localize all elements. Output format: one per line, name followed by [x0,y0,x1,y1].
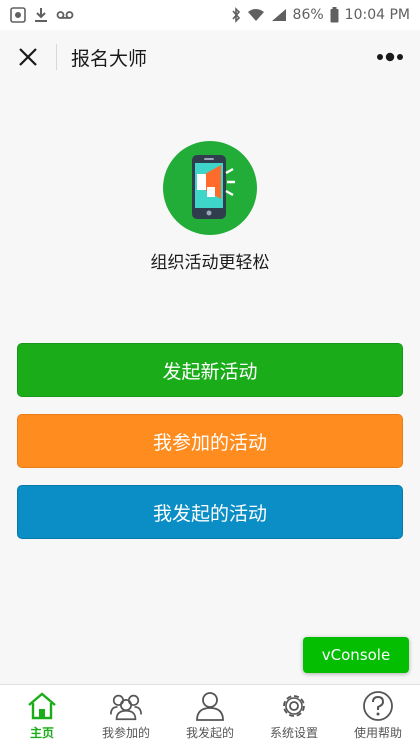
nav-divider [56,44,57,70]
help-icon [361,689,395,723]
nav-bar: 报名大师 [0,30,420,84]
tab-settings[interactable]: 系统设置 [252,685,336,747]
bluetooth-icon [231,7,241,23]
slogan: 组织活动更轻松 [150,253,270,273]
user-icon [193,689,227,723]
more-button[interactable] [360,30,420,84]
page-title: 报名大师 [71,47,148,70]
tab-bar: 主页 我参加的 我发起的 系统设置 使用帮助 [0,684,420,747]
tab-joined[interactable]: 我参加的 [84,685,168,747]
group-icon [109,689,143,723]
my-activities-button[interactable]: 我发起的活动 [17,485,403,539]
tab-help[interactable]: 使用帮助 [336,685,420,747]
megaphone-phone-icon [163,141,257,235]
vconsole-button[interactable]: vConsole [303,637,409,673]
tab-label: 使用帮助 [353,726,402,740]
signal-icon [271,8,287,22]
close-icon [19,48,37,66]
new-activity-button[interactable]: 发起新活动 [17,343,403,397]
tab-label: 我参加的 [101,726,150,740]
gear-icon [277,689,311,723]
download-icon [34,7,48,23]
more-icon [377,52,403,62]
clock: 10:04 PM [344,7,410,23]
tab-label: 我发起的 [185,726,234,740]
wifi-icon [247,8,265,22]
voicemail-icon [56,9,74,21]
tab-label: 主页 [29,726,54,740]
tab-label: 系统设置 [269,726,318,740]
battery-icon [330,7,339,23]
status-bar: 86% 10:04 PM [0,0,420,30]
close-button[interactable] [0,30,56,84]
home-icon [25,689,59,723]
battery-percentage: 86% [292,7,324,23]
tab-initiated[interactable]: 我发起的 [168,685,252,747]
joined-activities-button[interactable]: 我参加的活动 [17,414,403,468]
photo-icon [10,7,26,23]
tab-home[interactable]: 主页 [0,685,84,747]
